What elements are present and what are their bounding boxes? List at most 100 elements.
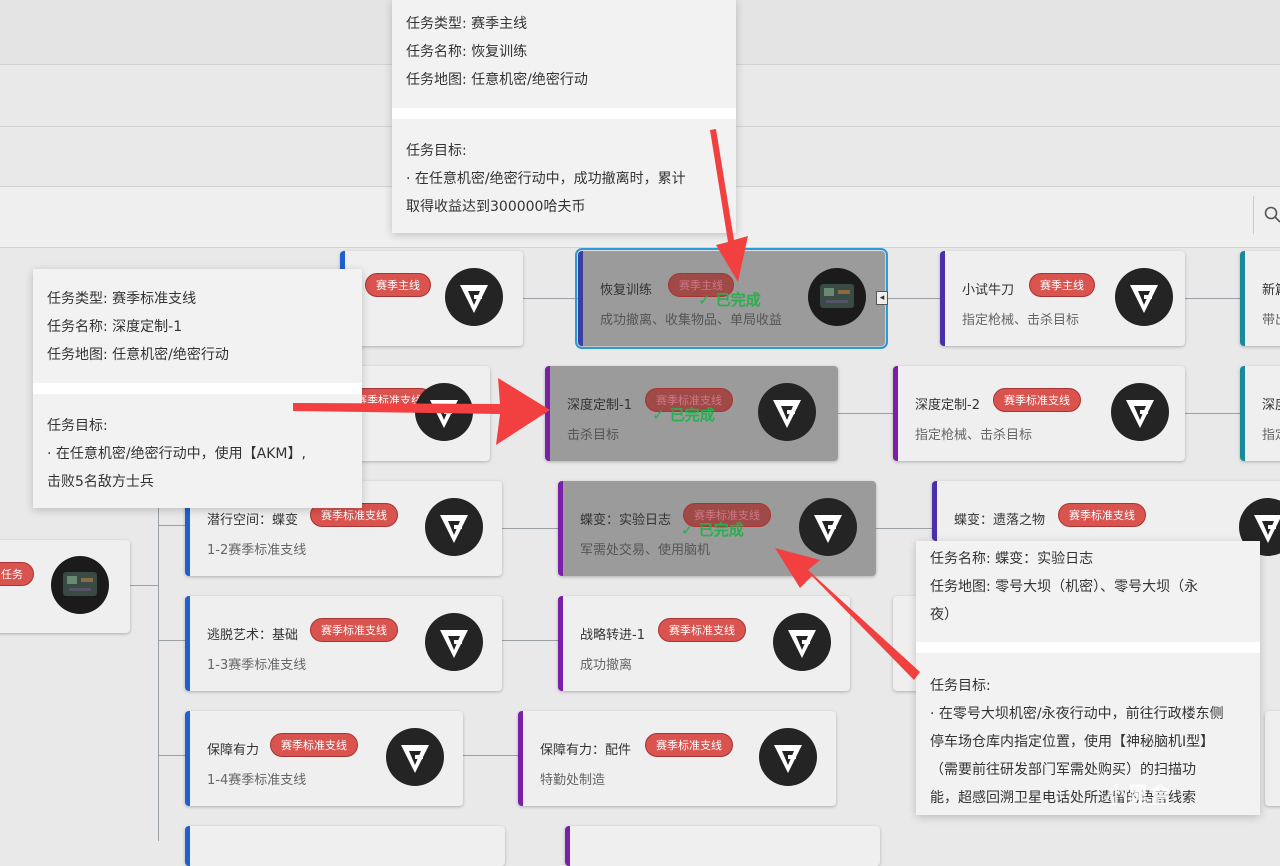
tooltip-type: 任务类型: 赛季主线: [406, 16, 528, 32]
task-card-depth2[interactable]: 深度定制-2 赛季标准支线 指定枪械、击杀目标: [893, 366, 1185, 461]
task-card-diebian-log[interactable]: 蝶变：实验日志 赛季标准支线 军需处交易、使用脑机 ✓ 已完成: [558, 481, 876, 576]
task-subtitle: 击杀目标: [567, 428, 620, 443]
task-subtitle: 成功撤离: [580, 658, 633, 673]
tooltip-map: 夜）: [930, 607, 958, 623]
completed-stamp: ✓ 已完成: [698, 291, 761, 309]
task-subtitle: 1-2赛季标准支线: [207, 543, 307, 558]
tooltip-goal: 停车场仓库内指定位置，使用【神秘脑机I型】: [930, 734, 1215, 750]
task-card-baozhang1[interactable]: 保障有力 赛季标准支线 1-4赛季标准支线: [185, 711, 463, 806]
task-badge: 赛季标准支线: [1058, 503, 1146, 527]
tooltip-goal-label: 任务目标:: [47, 418, 108, 434]
tooltip-name: 任务名称: 恢复训练: [406, 44, 528, 60]
task-card-xiaoshi[interactable]: 小试牛刀 赛季主线 指定枪械、击杀目标: [940, 251, 1185, 346]
task-badge: 赛季主线: [365, 273, 431, 297]
task-badge: 赛季标准支线: [310, 618, 398, 642]
task-subtitle: 指定: [1262, 428, 1280, 443]
tooltip-map: 任务地图: 任意机密/绝密行动: [406, 72, 588, 88]
task-card-partial[interactable]: [185, 826, 505, 866]
tooltip-recover: 任务类型: 赛季主线 任务名称: 恢复训练 任务地图: 任意机密/绝密行动 任务…: [392, 0, 736, 233]
task-card-new[interactable]: 新篇 带出: [1240, 251, 1280, 346]
tree-connector: [158, 525, 186, 526]
tooltip-goal: · 在任意机密/绝密行动中，使用【AKM】,: [47, 446, 306, 462]
g-logo-icon: [1111, 383, 1169, 441]
tooltip-divider: [33, 383, 362, 394]
task-title: 新篇: [1262, 283, 1280, 298]
task-title: 保障有力: [207, 743, 260, 758]
task-subtitle: 带出: [1262, 313, 1280, 328]
tree-connector: [490, 413, 545, 414]
g-logo-icon: [773, 613, 831, 671]
tree-connector: [502, 640, 558, 641]
g-logo-icon: [799, 498, 857, 556]
task-card-root[interactable]: 任务: [0, 540, 130, 633]
task-subtitle: 1-4赛季标准支线: [207, 773, 307, 788]
tooltip-divider: [916, 642, 1260, 653]
chip-item-icon: [808, 268, 866, 326]
tree-connector: [1185, 413, 1240, 414]
tree-connector: [463, 755, 518, 756]
task-title: 蝶变：实验日志: [580, 513, 672, 528]
g-logo-icon: [1115, 268, 1173, 326]
tooltip-diebian-log: 任务名称: 蝶变：实验日志 任务地图: 零号大坝（机密）、零号大坝（永 夜） 任…: [916, 541, 1260, 815]
g-logo-icon: [415, 383, 473, 441]
g-logo-icon: [386, 728, 444, 786]
tree-connector: [130, 585, 158, 586]
tooltip-depth1: 任务类型: 赛季标准支线 任务名称: 深度定制-1 任务地图: 任意机密/绝密行…: [33, 269, 362, 508]
tree-connector: [523, 298, 578, 299]
search-button[interactable]: [1253, 196, 1280, 234]
tooltip-map: 任务地图: 零号大坝（机密）、零号大坝（永: [930, 579, 1199, 595]
task-card-partial[interactable]: [565, 826, 880, 866]
task-subtitle: 指定枪械、击杀目标: [962, 313, 1080, 328]
task-subtitle: 指定枪械、击杀目标: [915, 428, 1033, 443]
task-subtitle: 特勤处制造: [540, 773, 606, 788]
tooltip-goal-label: 任务目标:: [930, 678, 991, 694]
task-badge: 赛季主线: [1029, 273, 1095, 297]
tooltip-divider: [392, 108, 736, 119]
task-badge: 赛季标准支线: [645, 733, 733, 757]
tooltip-goal: · 在零号大坝机密/永夜行动中，前往行政楼东侧: [930, 706, 1224, 722]
tooltip-name: 任务名称: 蝶变：实验日志: [930, 551, 1094, 567]
completed-stamp: ✓ 已完成: [681, 521, 744, 539]
task-card-main[interactable]: 赛季主线: [340, 251, 523, 346]
search-icon: [1264, 206, 1280, 223]
task-badge: 赛季标准支线: [993, 388, 1081, 412]
task-subtitle: 军需处交易、使用脑机: [580, 543, 711, 558]
task-card-left2[interactable]: 赛季标准支线: [340, 366, 490, 461]
tree-connector: [876, 528, 932, 529]
task-card-escape[interactable]: 逃脱艺术：基础 赛季标准支线 1-3赛季标准支线: [185, 596, 502, 691]
g-logo-icon: [759, 728, 817, 786]
completed-stamp: ✓ 已完成: [652, 406, 715, 424]
tree-connector: [502, 528, 558, 529]
chip-item-icon: [51, 556, 109, 614]
collapse-toggle[interactable]: ◂: [876, 291, 888, 305]
g-logo-icon: [758, 383, 816, 441]
task-badge: 任务: [0, 562, 34, 586]
tree-connector: [158, 640, 186, 641]
task-badge: 赛季标准支线: [270, 733, 358, 757]
task-title: 保障有力：配件: [540, 743, 632, 758]
task-title: 逃脱艺术：基础: [207, 628, 299, 643]
task-card-depth1[interactable]: 深度定制-1 赛季标准支线 击杀目标 ✓ 已完成: [545, 366, 838, 461]
task-card-depth3[interactable]: 深度 指定: [1240, 366, 1280, 461]
tooltip-goal: · 在任意机密/绝密行动中，成功撤离时，累计: [406, 171, 686, 187]
task-title: 深度: [1262, 398, 1280, 413]
task-subtitle: 成功撤离、收集物品、单局收益: [600, 313, 783, 328]
tooltip-goal-label: 任务目标:: [406, 143, 467, 159]
tree-connector: [885, 298, 940, 299]
task-card-diebian-relic[interactable]: 蝶变：遗落之物 赛季标准支线: [932, 481, 1280, 556]
tree-connector: [1185, 298, 1240, 299]
g-logo-icon: [445, 268, 503, 326]
tooltip-goal: 取得收益达到300000哈夫币: [406, 199, 586, 215]
task-card-recover[interactable]: 恢复训练 赛季主线 成功撤离、收集物品、单局收益 ✓ 已完成: [575, 248, 888, 349]
tooltip-name: 任务名称: 深度定制-1: [47, 319, 183, 335]
task-card-zhanlue[interactable]: 战略转进-1 赛季标准支线 成功撤离: [558, 596, 850, 691]
task-title: 蝶变：遗落之物: [954, 513, 1046, 528]
task-card-partial[interactable]: [1265, 711, 1280, 806]
tooltip-goal: 击败5名敌方士兵: [47, 474, 154, 490]
tooltip-goal: （需要前往研发部门军需处购买）的扫描功: [930, 762, 1196, 778]
watermark: 小黑盒: [1105, 784, 1172, 809]
task-title: 深度定制-2: [915, 398, 980, 413]
tree-connector: [158, 755, 186, 756]
task-title: 潜行空间：蝶变: [207, 513, 299, 528]
task-card-baozhang2[interactable]: 保障有力：配件 赛季标准支线 特勤处制造: [518, 711, 836, 806]
